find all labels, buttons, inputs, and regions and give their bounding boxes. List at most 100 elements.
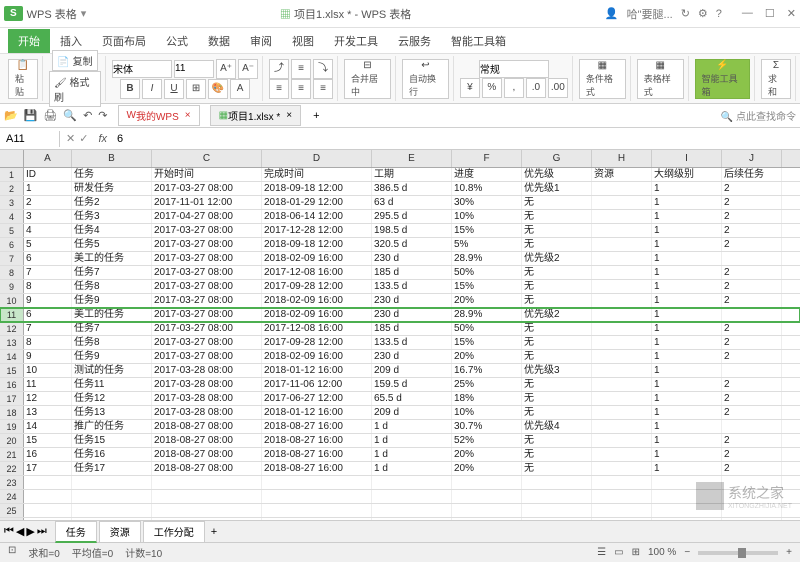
cell[interactable]: 1 <box>652 364 722 377</box>
cell[interactable] <box>592 490 652 503</box>
redo-icon[interactable]: ↷ <box>98 109 107 122</box>
row-header[interactable]: 22 <box>0 462 24 475</box>
cell[interactable] <box>24 490 72 503</box>
cell[interactable]: 无 <box>522 238 592 251</box>
cell[interactable]: 任务3 <box>72 210 152 223</box>
cell[interactable]: 133.5 d <box>372 280 452 293</box>
row-header[interactable]: 17 <box>0 392 24 405</box>
cell[interactable] <box>152 518 262 520</box>
cell[interactable]: 2018-01-12 16:00 <box>262 364 372 377</box>
sheet-next-icon[interactable]: ▶ <box>26 525 34 538</box>
row-header[interactable]: 1 <box>0 168 24 181</box>
cell[interactable]: 2 <box>722 392 782 405</box>
cell[interactable]: 2 <box>722 238 782 251</box>
zoom-slider[interactable] <box>698 551 778 555</box>
cell[interactable]: 20% <box>452 294 522 307</box>
cell[interactable] <box>592 224 652 237</box>
cell[interactable]: 2017-03-28 08:00 <box>152 378 262 391</box>
row-header[interactable]: 8 <box>0 266 24 279</box>
cell[interactable] <box>592 336 652 349</box>
home-tab[interactable]: W 我的WPS × <box>118 105 200 126</box>
cell[interactable]: 15% <box>452 280 522 293</box>
open-icon[interactable]: 📂 <box>4 109 18 122</box>
cell[interactable]: 1 <box>652 252 722 265</box>
row-header[interactable]: 23 <box>0 476 24 489</box>
sheet-tab[interactable]: 任务 <box>55 521 97 543</box>
cell[interactable]: 20% <box>452 448 522 461</box>
cell[interactable]: 1 <box>652 266 722 279</box>
save-icon[interactable]: 💾 <box>24 109 38 122</box>
cell[interactable]: 20% <box>452 462 522 475</box>
grid-body[interactable]: 1ID任务开始时间完成时间工期进度优先级资源大纲级别后续任务21研发任务2017… <box>0 168 800 520</box>
cell[interactable]: 2 <box>722 196 782 209</box>
increase-font-button[interactable]: A⁺ <box>216 59 236 79</box>
cell[interactable]: 1 <box>652 378 722 391</box>
cell[interactable]: 开始时间 <box>152 168 262 181</box>
font-size-select[interactable] <box>174 60 214 78</box>
cell[interactable]: 2017-11-06 12:00 <box>262 378 372 391</box>
cell[interactable]: 1 <box>652 420 722 433</box>
underline-button[interactable]: U <box>164 79 184 99</box>
cell[interactable]: 50% <box>452 266 522 279</box>
cell[interactable]: 无 <box>522 280 592 293</box>
fill-color-button[interactable]: 🎨 <box>208 79 228 99</box>
row-header[interactable]: 26 <box>0 518 24 520</box>
cell[interactable]: 6 <box>24 308 72 321</box>
italic-button[interactable]: I <box>142 79 162 99</box>
menu-tab-7[interactable]: 开发工具 <box>324 29 388 53</box>
column-header-E[interactable]: E <box>372 150 452 167</box>
cell[interactable]: 2 <box>722 434 782 447</box>
column-header-J[interactable]: J <box>722 150 782 167</box>
cell[interactable] <box>722 252 782 265</box>
cell[interactable]: 13 <box>24 406 72 419</box>
cell[interactable]: 18% <box>452 392 522 405</box>
cell[interactable] <box>592 238 652 251</box>
cell[interactable] <box>372 490 452 503</box>
cell[interactable]: 15% <box>452 224 522 237</box>
cell[interactable] <box>152 504 262 517</box>
cell[interactable] <box>592 434 652 447</box>
sheet-prev-icon[interactable]: ◀ <box>16 525 24 538</box>
cell[interactable]: 2018-02-09 16:00 <box>262 308 372 321</box>
cell[interactable]: 1 d <box>372 420 452 433</box>
cell[interactable]: 1 <box>652 322 722 335</box>
menu-tab-5[interactable]: 审阅 <box>240 29 282 53</box>
menu-tab-3[interactable]: 公式 <box>156 29 198 53</box>
cell[interactable]: 2 <box>722 210 782 223</box>
cell[interactable]: 1 <box>652 182 722 195</box>
cell[interactable] <box>152 476 262 489</box>
view-normal-icon[interactable]: ☰ <box>597 547 606 558</box>
cell[interactable]: 209 d <box>372 364 452 377</box>
cell[interactable]: 2 <box>722 322 782 335</box>
cell[interactable]: 无 <box>522 336 592 349</box>
cell[interactable]: 30% <box>452 196 522 209</box>
currency-button[interactable]: ¥ <box>460 78 480 98</box>
cell[interactable] <box>24 504 72 517</box>
cell[interactable]: 6 <box>24 252 72 265</box>
font-color-button[interactable]: A <box>230 79 250 99</box>
cell[interactable] <box>262 476 372 489</box>
cell[interactable] <box>592 364 652 377</box>
cell[interactable]: 2 <box>24 196 72 209</box>
cell[interactable]: 1 <box>24 182 72 195</box>
cell[interactable] <box>592 420 652 433</box>
cell[interactable]: 320.5 d <box>372 238 452 251</box>
cell[interactable]: 无 <box>522 224 592 237</box>
cell[interactable]: 2017-03-27 08:00 <box>152 266 262 279</box>
cell[interactable] <box>592 504 652 517</box>
search-icon[interactable]: 🔍 <box>721 112 733 123</box>
cell[interactable]: 无 <box>522 322 592 335</box>
cell[interactable]: 测试的任务 <box>72 364 152 377</box>
cell[interactable]: 2 <box>722 462 782 475</box>
cell[interactable]: 2018-01-12 16:00 <box>262 406 372 419</box>
close-doc-icon[interactable]: × <box>286 110 292 121</box>
cell[interactable]: 2017-03-27 08:00 <box>152 252 262 265</box>
cell[interactable]: 1 <box>652 434 722 447</box>
cell[interactable]: ID <box>24 168 72 181</box>
cell[interactable]: 3 <box>24 210 72 223</box>
undo-icon[interactable]: ↶ <box>83 109 92 122</box>
cell[interactable]: 2017-03-27 08:00 <box>152 182 262 195</box>
cell[interactable] <box>72 504 152 517</box>
row-header[interactable]: 13 <box>0 336 24 349</box>
cell[interactable] <box>722 420 782 433</box>
